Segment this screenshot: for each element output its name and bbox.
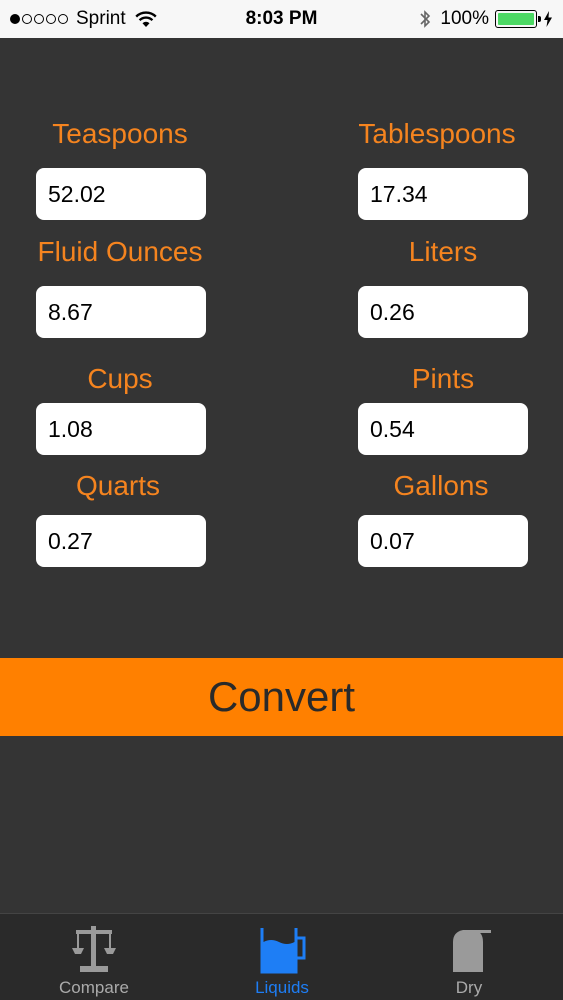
battery-tip — [538, 16, 541, 22]
signal-dot — [34, 14, 44, 24]
teaspoons-input[interactable] — [36, 168, 206, 220]
wifi-icon — [135, 11, 157, 27]
dry-canister-icon — [453, 930, 491, 972]
tablespoons-label: Tablespoons — [358, 118, 516, 149]
carrier-name: Sprint — [76, 8, 126, 29]
signal-dot — [58, 14, 68, 24]
battery-percent: 100% — [440, 8, 489, 29]
pints-input[interactable] — [358, 403, 528, 455]
tab-liquids-label: Liquids — [255, 978, 309, 997]
tab-dry-label: Dry — [455, 978, 483, 997]
battery-icon — [495, 10, 541, 28]
teaspoons-label: Teaspoons — [52, 118, 188, 149]
tablespoons-input[interactable] — [358, 168, 528, 220]
status-right: 100% — [418, 8, 553, 30]
cups-input[interactable] — [36, 403, 206, 455]
cups-label: Cups — [87, 363, 153, 394]
status-left: Sprint — [10, 8, 158, 30]
tab-dry[interactable]: Dry — [375, 914, 563, 1000]
liters-input[interactable] — [358, 286, 528, 338]
status-bar: Sprint 8:03 PM 100% — [0, 0, 563, 38]
battery-fill — [498, 13, 534, 25]
quarts-input[interactable] — [36, 515, 206, 567]
tab-compare[interactable]: Compare — [0, 914, 188, 1000]
tab-bar: Compare Liquids Dry — [0, 913, 563, 1000]
bluetooth-icon — [420, 10, 431, 28]
gallons-label: Gallons — [393, 470, 489, 501]
tab-compare-label: Compare — [59, 978, 129, 997]
quarts-label: Quarts — [75, 470, 161, 501]
fluid-ounces-label: Fluid Ounces — [37, 236, 203, 267]
gallons-input[interactable] — [358, 515, 528, 567]
liters-label: Liters — [408, 236, 478, 267]
fluid-ounces-input[interactable] — [36, 286, 206, 338]
charging-bolt-icon — [544, 11, 552, 27]
signal-dot — [22, 14, 32, 24]
signal-dot — [10, 14, 20, 24]
signal-dot — [46, 14, 56, 24]
liquid-measuring-cup-icon — [260, 928, 306, 974]
convert-button[interactable]: Convert — [0, 658, 563, 736]
scale-icon — [72, 926, 116, 972]
signal-strength-icon — [10, 14, 70, 24]
pints-label: Pints — [411, 363, 475, 394]
tab-liquids[interactable]: Liquids — [188, 914, 376, 1000]
screen: Sprint 8:03 PM 100% Teaspoons Tablespoon… — [0, 0, 563, 1000]
